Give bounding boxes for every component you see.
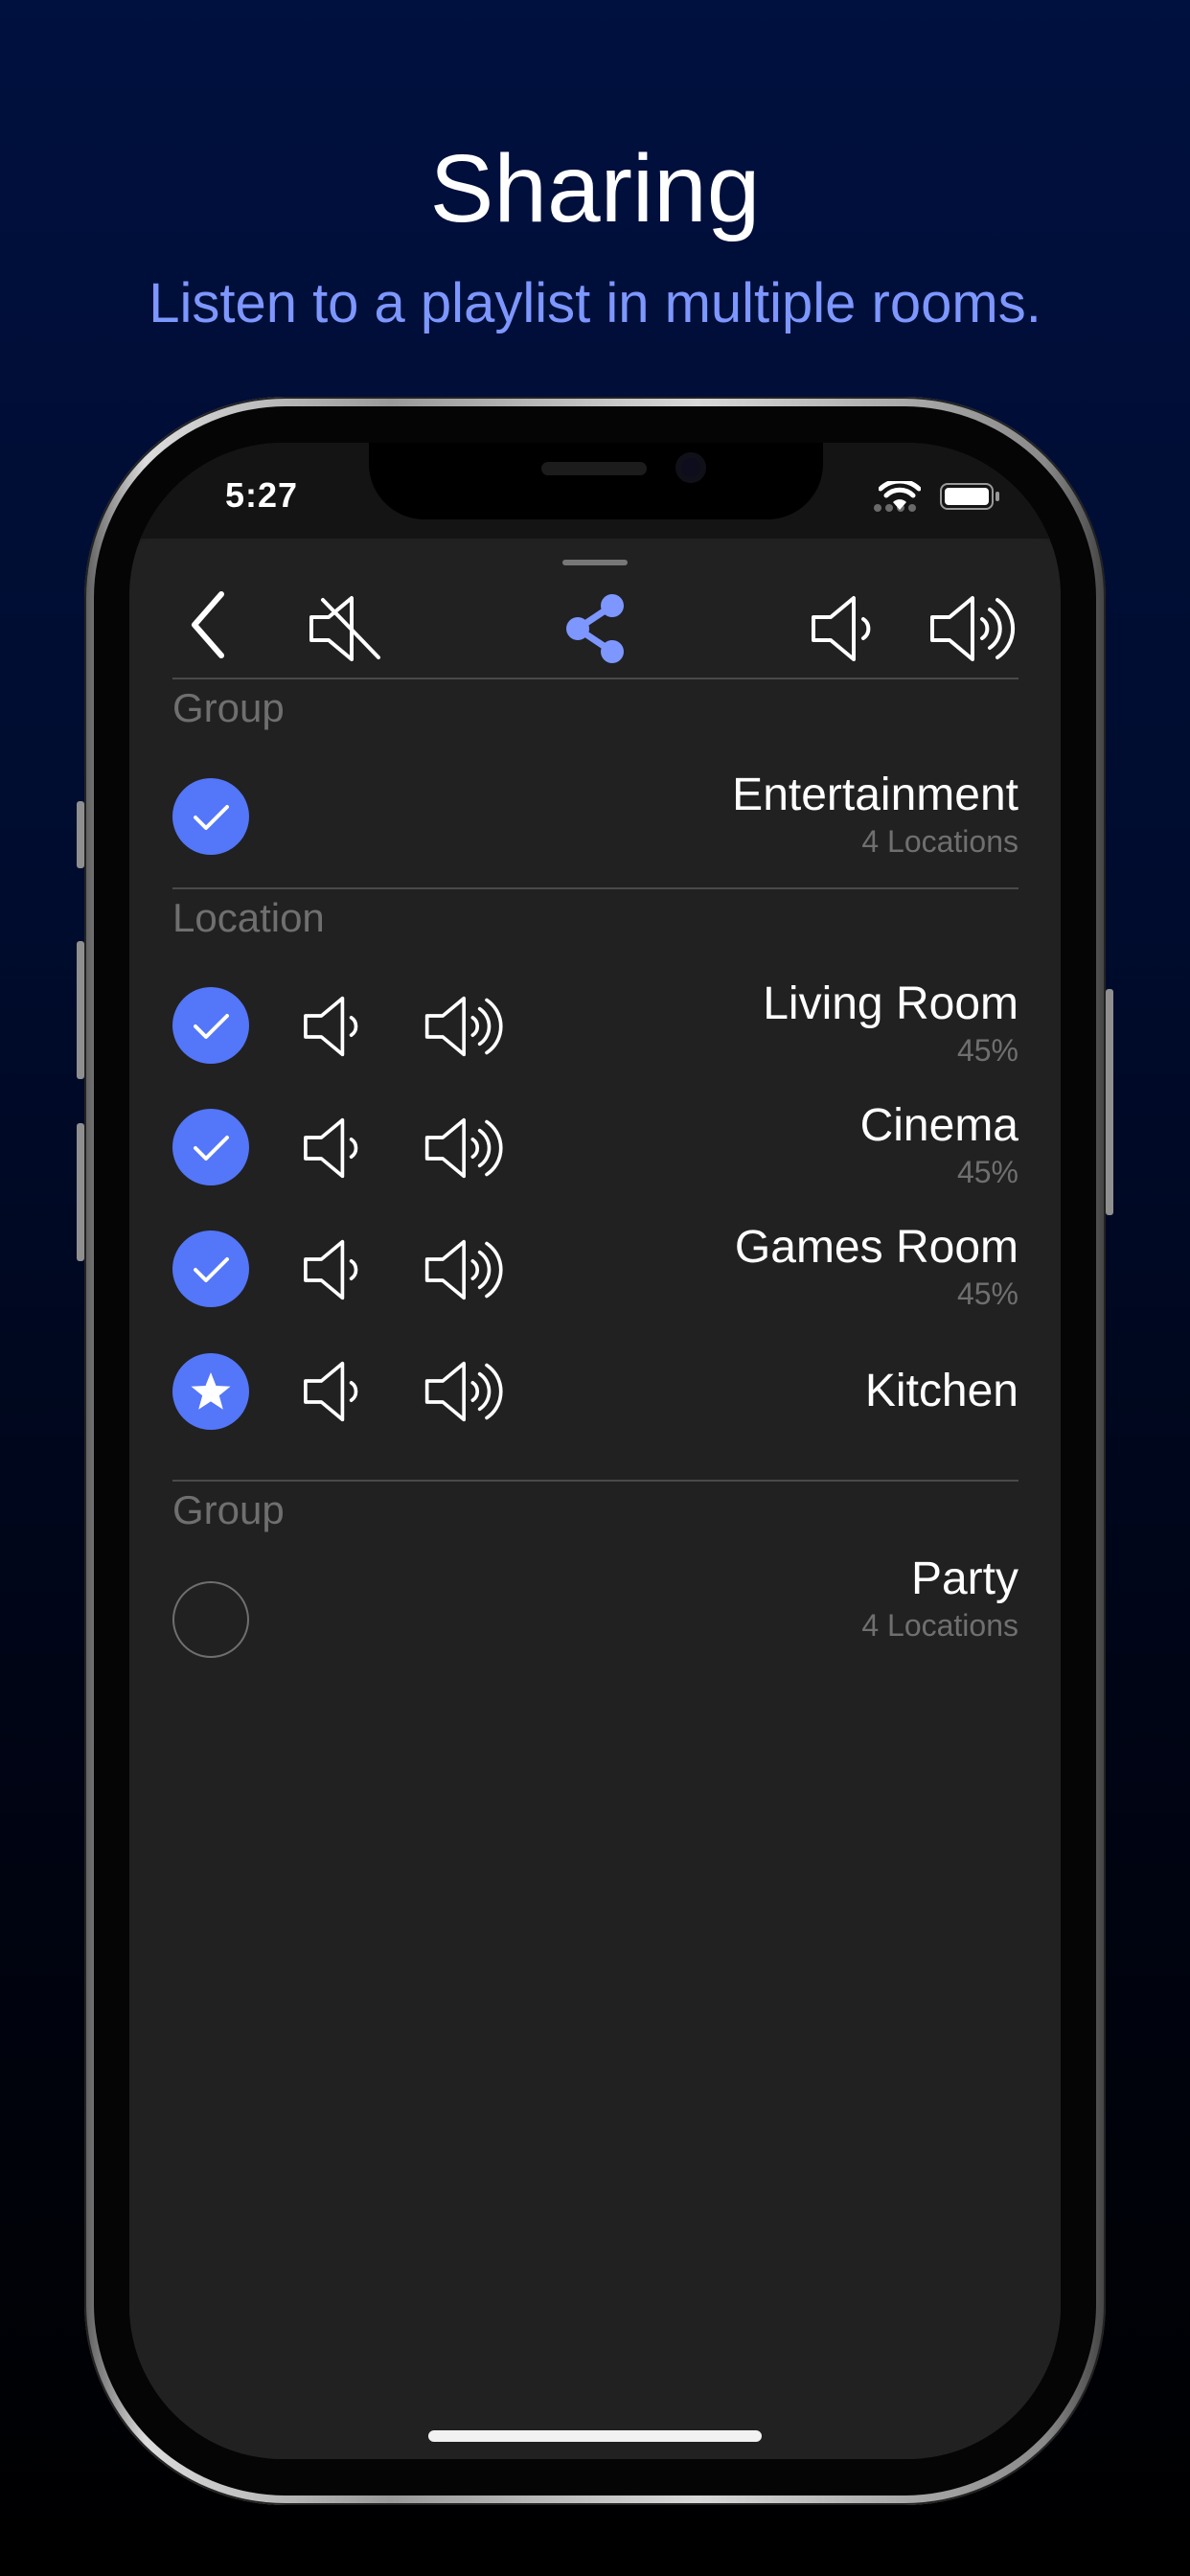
sheet-grabber[interactable]	[562, 560, 628, 565]
front-camera	[675, 452, 706, 483]
item-subtitle: 4 Locations	[861, 824, 1018, 859]
volume-up-icon[interactable]	[423, 995, 509, 1063]
item-title: Living Room	[763, 978, 1018, 1029]
share-icon[interactable]	[561, 592, 629, 670]
notch	[369, 443, 823, 519]
divider	[172, 1480, 1018, 1482]
item-title: Cinema	[859, 1100, 1018, 1151]
star-icon	[191, 1372, 231, 1410]
item-title: Entertainment	[732, 770, 1018, 820]
item-subtitle: 45%	[956, 1276, 1018, 1311]
volume-down-icon[interactable]	[302, 1116, 371, 1184]
section-label-group: Group	[172, 685, 285, 730]
item-title: Party	[910, 1553, 1018, 1604]
volume-up-icon[interactable]	[423, 1116, 509, 1184]
power-side-button	[1106, 989, 1113, 1215]
battery-icon	[940, 481, 1001, 517]
mute-icon[interactable]	[308, 594, 384, 668]
status-time: 5:27	[225, 475, 299, 515]
mute-switch	[77, 801, 84, 868]
hero-title: Sharing	[429, 135, 761, 242]
checkbox-checked[interactable]	[172, 987, 249, 1064]
volume-up-icon[interactable]	[423, 1238, 509, 1306]
item-title: Kitchen	[864, 1366, 1018, 1416]
home-indicator[interactable]	[428, 2430, 762, 2442]
sharing-sheet: Group Entertainment 4 Locations Location…	[129, 539, 1061, 2459]
item-subtitle: 4 Locations	[861, 1608, 1018, 1643]
status-bar: 5:27	[129, 443, 1061, 539]
volume-up-icon[interactable]	[423, 1360, 509, 1428]
volume-down-icon[interactable]	[302, 1360, 371, 1428]
item-title: Games Room	[734, 1222, 1018, 1273]
divider	[172, 887, 1018, 889]
divider	[172, 678, 1018, 679]
hero-subtitle: Listen to a playlist in multiple rooms.	[149, 272, 1041, 334]
volume-down-icon[interactable]	[810, 594, 884, 668]
earpiece	[541, 462, 647, 475]
wifi-icon	[878, 478, 922, 517]
volume-down-icon[interactable]	[302, 995, 371, 1063]
phone-screen: 5:27 Group Entertainment 4 Locations Loc…	[129, 443, 1061, 2459]
checkbox-checked[interactable]	[172, 1230, 249, 1307]
volume-down-icon[interactable]	[302, 1238, 371, 1306]
item-subtitle: 45%	[956, 1155, 1018, 1189]
section-label-group: Group	[172, 1487, 285, 1532]
item-subtitle: 45%	[956, 1033, 1018, 1068]
checkbox-checked[interactable]	[172, 1109, 249, 1185]
back-chevron-icon[interactable]	[187, 586, 231, 668]
section-label-location: Location	[172, 895, 325, 940]
primary-star-badge[interactable]	[172, 1353, 249, 1430]
checkbox-checked[interactable]	[172, 778, 249, 855]
volume-up-side-button	[77, 941, 84, 1079]
checkbox-unchecked[interactable]	[172, 1581, 249, 1658]
volume-up-icon[interactable]	[928, 594, 1020, 668]
volume-down-side-button	[77, 1123, 84, 1261]
